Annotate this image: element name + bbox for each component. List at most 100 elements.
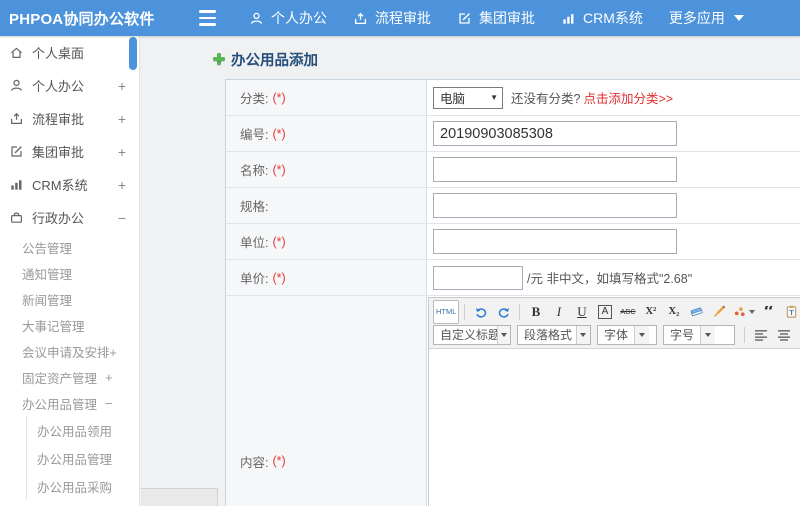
main-content: 办公用品添加 分类: (*) 电脑 还没有分类? 点击添加分类>> 编号: (*…	[140, 36, 800, 506]
sidebar-sub-meeting[interactable]: 会议申请及安排+	[0, 338, 139, 364]
page-title-row: 办公用品添加	[213, 49, 800, 69]
sidebar-item-desktop[interactable]: 个人桌面	[0, 36, 139, 69]
custom-title-select[interactable]: 自定义标题	[433, 324, 511, 345]
subscript-button[interactable]: X₂	[663, 302, 684, 322]
sidebar-sub-fixed-assets[interactable]: 固定资产管理 +	[0, 364, 139, 390]
format-brush-icon[interactable]	[709, 302, 730, 322]
sidebar-subsub-supplies-purchase[interactable]: 办公用品采购	[27, 472, 139, 500]
nav-more-apps[interactable]: 更多应用	[669, 8, 744, 28]
code-value-cell	[427, 116, 800, 151]
edit-icon	[457, 11, 472, 26]
select-value: 段落格式	[524, 328, 573, 342]
unit-input[interactable]	[433, 229, 677, 254]
code-label-cell: 编号: (*)	[226, 116, 427, 151]
sidebar-item-crm[interactable]: CRM系统 +	[0, 168, 139, 201]
required-mark: (*)	[272, 454, 286, 468]
autotypeset-button[interactable]: A	[598, 304, 612, 319]
expand-icon[interactable]: +	[105, 370, 113, 385]
caret-down-icon	[575, 325, 590, 344]
sidebar-subsub-supplies-claim[interactable]: 办公用品领用	[27, 416, 139, 444]
paragraph-format-select[interactable]: 段落格式	[517, 324, 591, 345]
sidebar-item-personal-office[interactable]: 个人办公 +	[0, 69, 139, 102]
edit-icon	[9, 144, 24, 159]
chart-icon	[561, 11, 576, 26]
sub-label: 公告管理	[22, 241, 73, 256]
sub-label: 新闻管理	[22, 293, 73, 308]
sub-label: 通知管理	[22, 267, 73, 282]
form-row-price: 单价: (*) /元 非中文，如填写格式"2.68"	[226, 260, 800, 296]
underline-button[interactable]: U	[571, 302, 592, 322]
menu-icon[interactable]	[199, 10, 221, 26]
source-code-button[interactable]: HTML	[433, 299, 460, 324]
nav-crm-system[interactable]: CRM系统	[561, 8, 643, 28]
content-value-cell: HTML B I U A ABC X² X₂ “ T 自定义标题 段落格式 字体…	[427, 296, 800, 506]
font-size-select[interactable]: 字号	[663, 324, 735, 345]
italic-button[interactable]: I	[548, 302, 569, 322]
topbar: PHPOA协同办公软件 个人办公 流程审批 集团审批 CRM系统 更多应用	[0, 0, 800, 36]
editor-toolbar-row1: HTML B I U A ABC X² X₂ “ T	[433, 299, 800, 324]
redo-icon[interactable]	[493, 302, 514, 322]
nav-workflow-approval[interactable]: 流程审批	[353, 8, 431, 28]
sidebar-item-label: 行政办公	[32, 211, 85, 226]
price-input[interactable]	[433, 265, 523, 290]
sidebar-subsub-supplies-manage[interactable]: 办公用品管理	[27, 444, 139, 472]
sidebar-scrollbar-thumb[interactable]	[129, 37, 137, 70]
rich-text-editor: HTML B I U A ABC X² X₂ “ T 自定义标题 段落格式 字体…	[428, 297, 800, 506]
collapse-icon[interactable]: −	[105, 396, 113, 411]
sidebar-item-group-approval[interactable]: 集团审批 +	[0, 135, 139, 168]
eraser-icon[interactable]	[686, 302, 707, 322]
sidebar-sub-news[interactable]: 新闻管理	[0, 286, 139, 312]
name-input[interactable]	[433, 157, 677, 182]
spec-input[interactable]	[433, 193, 677, 218]
topbar-nav: 个人办公 流程审批 集团审批 CRM系统 更多应用	[249, 8, 744, 28]
supplies-add-form: 分类: (*) 电脑 还没有分类? 点击添加分类>> 编号: (*)	[225, 79, 800, 506]
sidebar-sub-announcement[interactable]: 公告管理	[0, 234, 139, 260]
form-row-code: 编号: (*)	[226, 116, 800, 152]
field-label: 内容:	[240, 455, 269, 470]
caret-down-icon	[733, 15, 744, 21]
align-right-icon[interactable]	[796, 325, 800, 345]
sidebar-item-label: 流程审批	[32, 112, 85, 127]
required-mark: (*)	[272, 270, 286, 285]
bold-button[interactable]: B	[525, 302, 546, 322]
sidebar-subsub-group: 办公用品领用 办公用品管理 办公用品采购	[26, 416, 139, 500]
category-hint: 还没有分类?	[511, 92, 581, 106]
expand-icon[interactable]: +	[115, 144, 129, 160]
paste-text-icon[interactable]: T	[781, 302, 800, 322]
blockquote-button[interactable]: “	[758, 306, 779, 318]
form-row-category: 分类: (*) 电脑 还没有分类? 点击添加分类>>	[226, 80, 800, 116]
select-value: 自定义标题	[440, 328, 498, 342]
category-select[interactable]: 电脑	[433, 86, 503, 109]
undo-icon[interactable]	[470, 302, 491, 322]
expand-icon[interactable]: +	[115, 177, 129, 193]
sub-label: 办公用品管理	[37, 452, 113, 467]
collapse-icon[interactable]: −	[115, 210, 129, 226]
align-left-icon[interactable]	[750, 325, 771, 345]
toolbar-separator	[464, 303, 466, 320]
auto-color-icon[interactable]	[732, 302, 756, 322]
align-center-icon[interactable]	[773, 325, 794, 345]
nav-personal-office[interactable]: 个人办公	[249, 8, 327, 28]
form-row-spec: 规格:	[226, 188, 800, 224]
sidebar-sub-office-supplies[interactable]: 办公用品管理 −	[0, 390, 139, 416]
sidebar-item-label: 集团审批	[32, 145, 85, 160]
caret-down-icon	[749, 309, 756, 314]
chart-icon	[9, 177, 24, 192]
expand-icon[interactable]: +	[115, 111, 129, 127]
add-category-link[interactable]: 点击添加分类>>	[583, 88, 673, 107]
svg-text:T: T	[790, 310, 795, 317]
editor-content-area[interactable]	[429, 349, 800, 506]
font-family-select[interactable]: 字体	[597, 324, 657, 345]
field-label: 编号:	[240, 128, 269, 142]
sidebar-item-workflow-approval[interactable]: 流程审批 +	[0, 102, 139, 135]
sidebar-sub-memorabilia[interactable]: 大事记管理	[0, 312, 139, 338]
editor-toolbar: HTML B I U A ABC X² X₂ “ T 自定义标题 段落格式 字体…	[429, 298, 800, 349]
expand-icon[interactable]: +	[115, 78, 129, 94]
code-input[interactable]	[433, 121, 677, 146]
nav-group-approval[interactable]: 集团审批	[457, 8, 535, 28]
sidebar-item-admin-office[interactable]: 行政办公 −	[0, 201, 139, 234]
strikethrough-button[interactable]: ABC	[617, 302, 638, 322]
sidebar-sub-notice[interactable]: 通知管理	[0, 260, 139, 286]
superscript-button[interactable]: X²	[640, 302, 661, 322]
price-hint: /元 非中文，如填写格式"2.68"	[527, 272, 693, 286]
